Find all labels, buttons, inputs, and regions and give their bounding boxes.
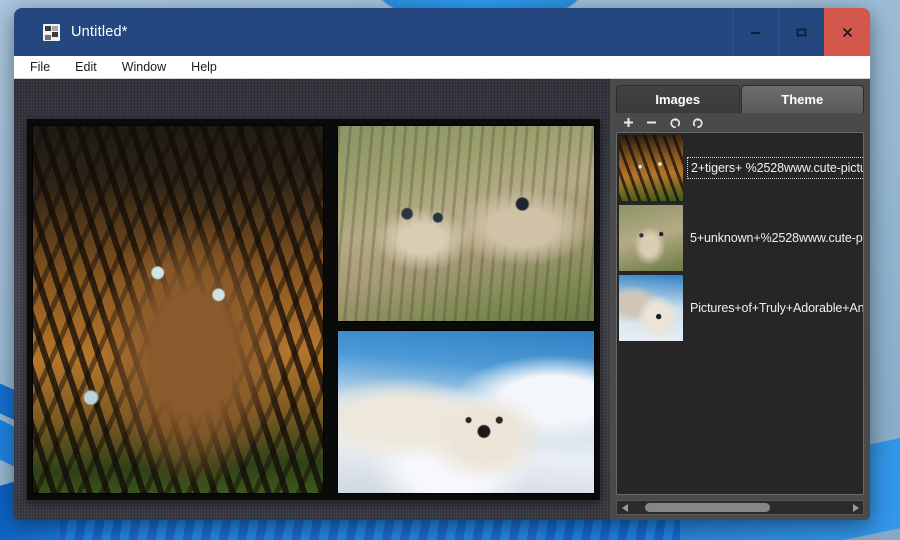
menu-item-window[interactable]: Window <box>119 60 169 75</box>
desktop: Untitled* File Edit Window Help Images T… <box>0 0 900 540</box>
list-item[interactable]: 2+tigers+ %2528www.cute-pictur <box>617 133 863 203</box>
maximize-icon <box>796 28 807 36</box>
image-list-toolbar <box>616 113 864 132</box>
husky-puppies-thumb[interactable] <box>619 275 683 341</box>
list-item[interactable]: 5+unknown+%2528www.cute-pi <box>617 203 863 273</box>
tab-images[interactable]: Images <box>616 85 740 113</box>
tiger-cubs-photo[interactable] <box>33 126 323 493</box>
close-button[interactable] <box>824 8 870 56</box>
cougar-cubs-photo[interactable] <box>338 126 594 321</box>
triangle-left-icon <box>621 503 628 512</box>
list-item-label[interactable]: 2+tigers+ %2528www.cute-pictur <box>687 157 863 179</box>
collage-frame[interactable] <box>27 119 600 500</box>
plus-icon <box>624 118 633 127</box>
scroll-left-button[interactable] <box>619 502 631 513</box>
horizontal-scrollbar[interactable] <box>616 500 864 515</box>
window-controls <box>732 8 870 56</box>
list-item-label[interactable]: Pictures+of+Truly+Adorable+An <box>690 301 863 315</box>
panel-tab-bar: Images Theme <box>616 85 864 113</box>
redo-button[interactable] <box>691 116 704 129</box>
minimize-button[interactable] <box>732 8 778 56</box>
redo-icon <box>692 117 703 128</box>
add-image-button[interactable] <box>622 116 635 129</box>
image-list[interactable]: 2+tigers+ %2528www.cute-pictur 5+unknown… <box>616 132 864 495</box>
window-body: Images Theme 2+tigers+ %2528www.cute-pic… <box>14 79 870 520</box>
collage-app-icon <box>43 23 60 41</box>
application-window: Untitled* File Edit Window Help Images T… <box>14 8 870 520</box>
scrollbar-track[interactable] <box>631 502 849 513</box>
close-icon <box>842 27 852 37</box>
tab-theme[interactable]: Theme <box>740 85 864 113</box>
menu-bar: File Edit Window Help <box>14 56 870 79</box>
undo-icon <box>669 117 680 128</box>
list-item-label[interactable]: 5+unknown+%2528www.cute-pi <box>690 231 863 245</box>
menu-item-edit[interactable]: Edit <box>72 60 100 75</box>
husky-puppies-photo[interactable] <box>338 331 594 493</box>
maximize-button[interactable] <box>778 8 824 56</box>
menu-item-file[interactable]: File <box>27 60 53 75</box>
scrollbar-thumb[interactable] <box>645 503 770 512</box>
collage-canvas[interactable] <box>14 79 610 520</box>
remove-image-button[interactable] <box>645 116 658 129</box>
side-panel: Images Theme 2+tigers+ %2528www.cute-pic… <box>610 79 870 520</box>
undo-button[interactable] <box>668 116 681 129</box>
tiger-cubs-thumb[interactable] <box>619 135 683 201</box>
list-item[interactable]: Pictures+of+Truly+Adorable+An <box>617 273 863 343</box>
triangle-right-icon <box>852 503 859 512</box>
minimize-icon <box>751 31 760 34</box>
cougar-cubs-thumb[interactable] <box>619 205 683 271</box>
title-bar: Untitled* <box>14 8 870 56</box>
minus-icon <box>647 121 656 124</box>
scroll-right-button[interactable] <box>849 502 861 513</box>
title-bar-left: Untitled* <box>14 23 128 41</box>
menu-item-help[interactable]: Help <box>188 60 220 75</box>
window-title: Untitled* <box>71 24 128 40</box>
